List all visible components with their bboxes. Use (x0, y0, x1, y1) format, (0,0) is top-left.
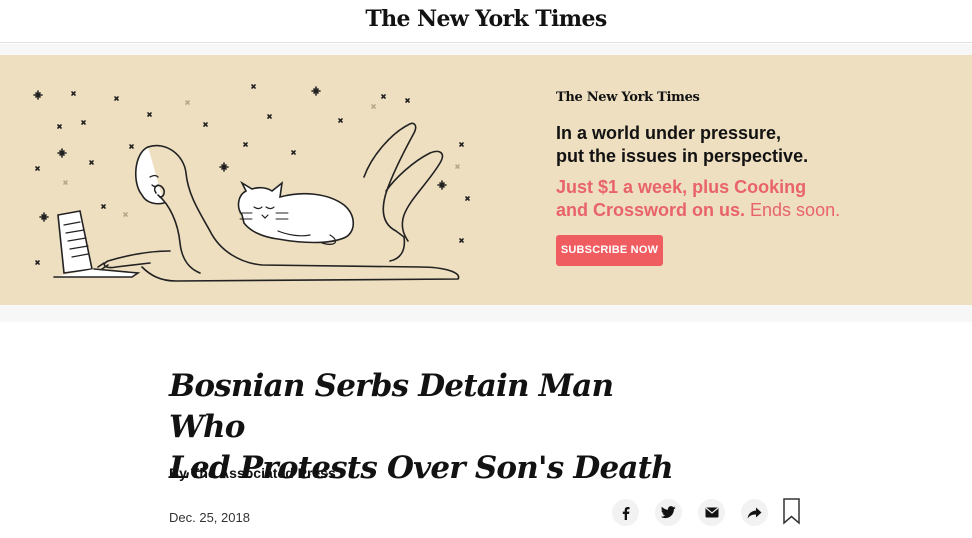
article-headline-line1: Bosnian Serbs Detain Man Who (169, 368, 614, 445)
share-twitter-button[interactable] (655, 499, 682, 526)
byline[interactable]: By The Associated Press (169, 465, 336, 481)
share-email-button[interactable] (698, 499, 725, 526)
promo-offer-line1: Just $1 a week, plus Cooking (556, 177, 807, 197)
reader-with-cat-illustration (33, 84, 470, 282)
email-icon (705, 507, 718, 518)
twitter-icon (661, 506, 676, 519)
share-more-button[interactable] (741, 499, 768, 526)
bookmark-icon[interactable] (781, 498, 802, 525)
promo-headline: In a world under pressure, put the issue… (556, 122, 936, 168)
promo-nyt-logo: The New York Times (556, 90, 700, 105)
share-arrow-icon (747, 507, 762, 518)
promo-offer-line2: and Crossword on us. (556, 200, 746, 220)
promo-headline-line1: In a world under pressure, (556, 123, 782, 143)
facebook-icon (622, 506, 629, 520)
promo-offer: Just $1 a week, plus Cooking and Crosswo… (556, 176, 936, 222)
promo-headline-line2: put the issues in perspective. (556, 146, 809, 166)
share-facebook-button[interactable] (612, 499, 639, 526)
subscription-promo: The New York Times In a world under pres… (0, 55, 972, 305)
publish-date: Dec. 25, 2018 (169, 510, 250, 525)
promo-offer-suffix: Ends soon. (745, 200, 841, 220)
masthead: The New York Times (0, 0, 972, 43)
subscribe-now-button[interactable]: SUBSCRIBE NOW (556, 235, 663, 266)
nyt-logo[interactable]: The New York Times (0, 6, 972, 32)
